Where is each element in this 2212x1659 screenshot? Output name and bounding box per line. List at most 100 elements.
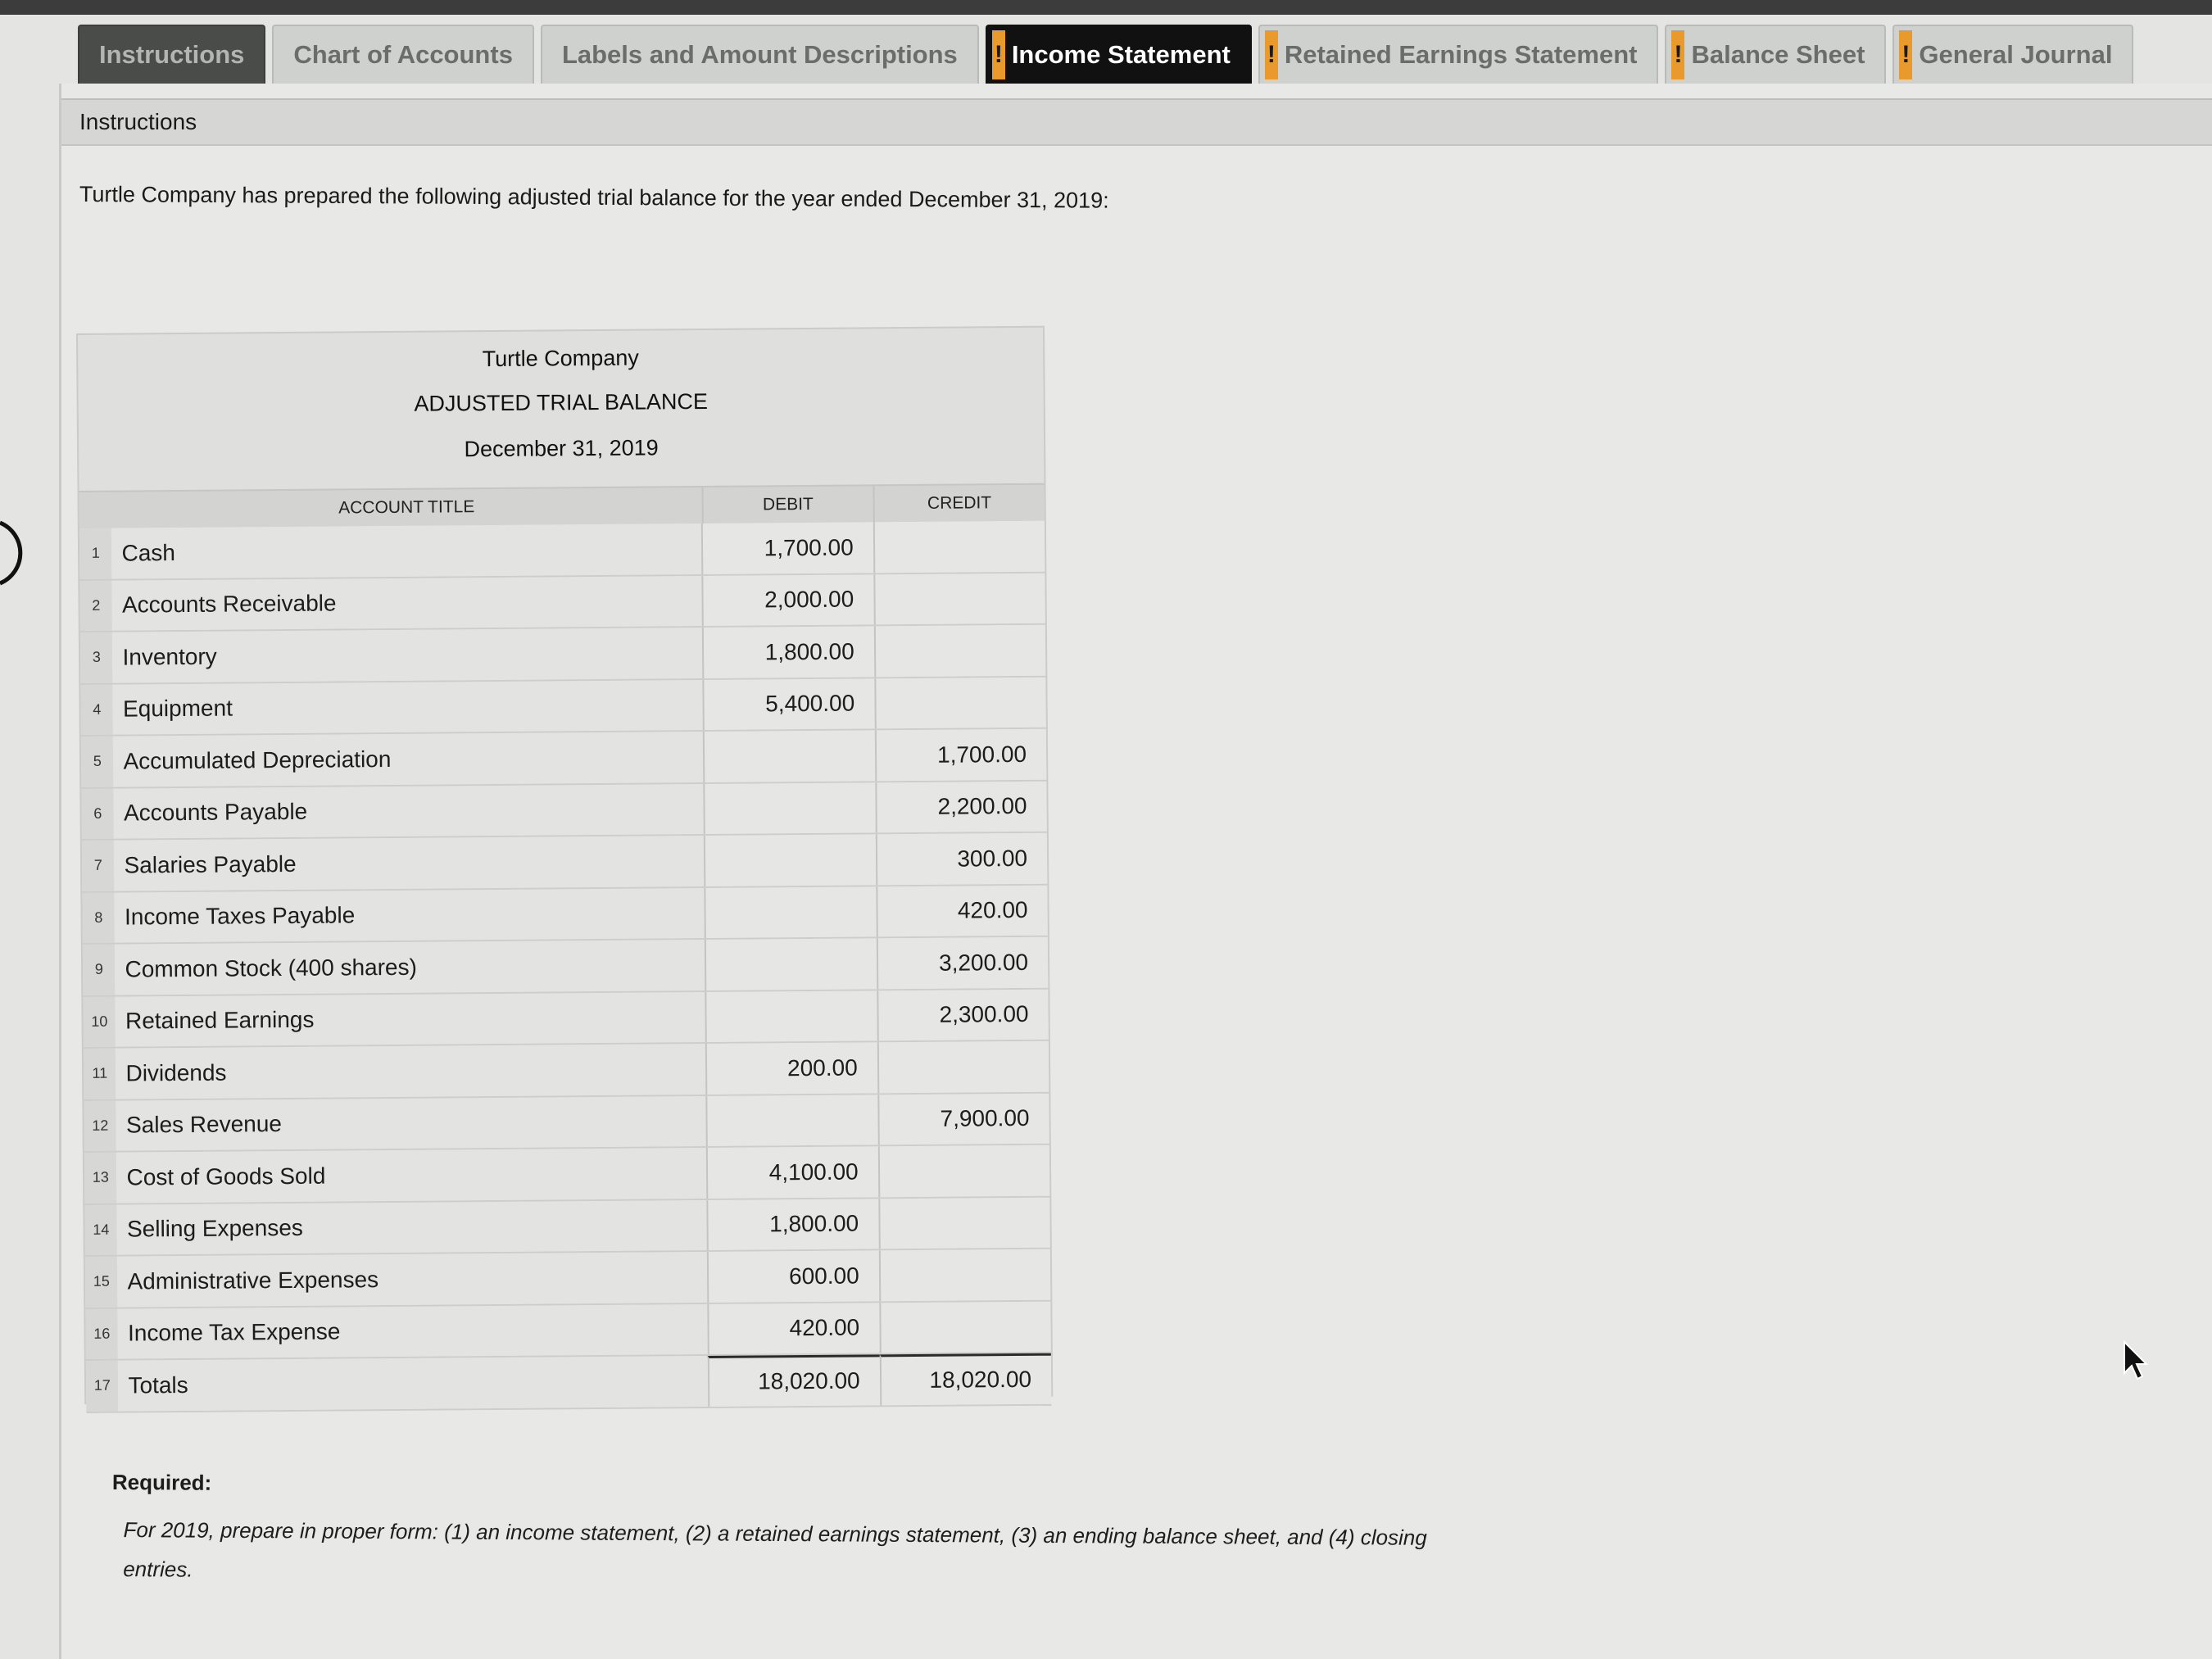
account-title-cell: Accumulated Depreciation [113,732,704,787]
debit-cell: 200.00 [705,1042,877,1095]
table-row: 4 Equipment 5,400.00 [80,677,1046,737]
tab-income-statement[interactable]: ! Income Statement [985,25,1252,84]
tab-label: Retained Earnings Statement [1284,40,1638,69]
table-row: 11 Dividends 200.00 [83,1040,1049,1101]
account-title-header: ACCOUNT TITLE [338,497,475,518]
debit-cell: 2,000.00 [701,573,874,627]
debit-header: DEBIT [701,486,873,524]
tab-balance-sheet[interactable]: ! Balance Sheet [1665,25,1887,84]
row-number: 13 [84,1152,117,1203]
table-row: 17 Totals 18,020.00 18,020.00 [85,1353,1052,1413]
account-title-cell: Income Tax Expense [117,1303,709,1359]
table-row: 16 Income Tax Expense 420.00 [85,1301,1051,1361]
account-title-cell: Inventory [112,628,703,683]
credit-cell [877,1040,1049,1093]
credit-cell [877,1145,1050,1197]
screen-edge-arc [0,520,23,586]
table-row: 12 Sales Revenue 7,900.00 [84,1093,1049,1153]
account-title-cell: Administrative Expenses [117,1251,708,1308]
tab-labels-and-amount-descriptions[interactable]: Labels and Amount Descriptions [540,25,979,84]
credit-header: CREDIT [873,484,1045,523]
section-title: Instructions [79,109,197,134]
debit-cell [703,782,876,835]
intro-text: Turtle Company has prepared the followin… [79,182,1109,213]
warning-flag-icon: ! [1671,30,1685,79]
row-number: 5 [80,736,114,787]
debit-cell [705,938,877,990]
table-row: 5 Accumulated Depreciation 1,700.00 [80,728,1047,789]
account-title-cell: Cash [111,524,702,579]
credit-cell: 2,300.00 [876,989,1049,1041]
account-title-cell: Accounts Receivable [111,575,703,631]
row-number: 17 [85,1360,119,1412]
row-number: 2 [79,580,113,631]
tab-bar: Instructions Chart of Accounts Labels and … [78,25,2134,84]
credit-cell: 300.00 [875,832,1048,885]
credit-cell [873,624,1046,677]
credit-cell [873,520,1045,573]
tab-retained-earnings-statement[interactable]: ! Retained Earnings Statement [1258,25,1659,84]
debit-cell [705,990,877,1042]
debit-cell [704,834,876,886]
debit-cell: 4,100.00 [706,1146,878,1199]
account-title-cell: Cost of Goods Sold [116,1147,707,1203]
warning-flag-icon: ! [1899,30,1913,79]
required-section: Required: For 2019, prepare in proper fo… [111,1470,1505,1597]
tab-label: Chart of Accounts [293,40,513,69]
company-name: Turtle Company [482,345,639,372]
debit-cell: 5,400.00 [702,678,875,731]
row-number: 12 [84,1100,117,1151]
row-number: 7 [81,840,115,891]
tab-general-journal[interactable]: ! General Journal [1892,25,2134,84]
row-number: 1 [79,528,112,579]
tab-label: Balance Sheet [1691,40,1865,69]
tab-instructions[interactable]: Instructions [78,25,266,84]
debit-cell: 600.00 [707,1250,879,1303]
account-title-cell: Selling Expenses [116,1199,708,1255]
row-number: 3 [79,632,113,683]
table-row: 8 Income Taxes Payable 420.00 [82,885,1048,945]
row-number: 16 [85,1308,119,1359]
table-row: 14 Selling Expenses 1,800.00 [84,1197,1050,1257]
debit-cell: 1,700.00 [701,522,873,574]
credit-cell: 1,700.00 [874,728,1047,781]
statement-title: ADJUSTED TRIAL BALANCE [414,388,709,416]
account-title-cell: Common Stock (400 shares) [115,939,705,995]
account-title-cell: Income Taxes Payable [114,887,705,943]
row-number: 6 [81,788,115,839]
required-text: For 2019, prepare in proper form: (1) an… [123,1517,1427,1582]
debit-cell [703,730,875,782]
statement-date: December 31, 2019 [464,435,659,462]
debit-cell: 1,800.00 [706,1198,879,1250]
window-top-bar [0,0,2212,15]
tab-label: Instructions [99,40,245,69]
tab-label: Labels and Amount Descriptions [561,40,958,69]
table-row: 13 Cost of Goods Sold 4,100.00 [84,1145,1050,1205]
mouse-pointer-icon [2124,1340,2149,1380]
trial-balance-heading: Turtle Company ADJUSTED TRIAL BALANCE De… [78,328,1044,487]
credit-cell: 420.00 [875,885,1048,937]
tab-chart-of-accounts[interactable]: Chart of Accounts [272,25,534,84]
account-title-cell: Dividends [116,1043,706,1099]
credit-cell: 18,020.00 [879,1353,1052,1405]
row-number: 14 [84,1204,118,1255]
tab-label: Income Statement [1011,40,1231,69]
row-number: 9 [82,944,116,995]
account-title-cell: Retained Earnings [115,991,706,1047]
account-title-cell: Sales Revenue [116,1095,707,1151]
account-title-cell: Accounts Payable [113,783,705,839]
row-number: 10 [83,996,116,1047]
warning-flag-icon: ! [1264,30,1278,79]
table-row: 3 Inventory 1,800.00 [79,624,1046,685]
account-title-cell: Salaries Payable [114,836,705,891]
table-body: 1 Cash 1,700.00 2 Accounts Receivable 2,000.0… [79,520,1052,1413]
credit-cell [878,1249,1051,1301]
table-row: 7 Salaries Payable 300.00 [81,832,1048,893]
row-number: 11 [83,1048,116,1099]
required-label: Required: [111,1470,212,1495]
credit-cell [877,1197,1050,1249]
credit-cell: 2,200.00 [874,781,1047,833]
credit-cell: 3,200.00 [876,936,1049,989]
credit-cell [878,1301,1051,1353]
adjusted-trial-balance: Turtle Company ADJUSTED TRIAL BALANCE De… [76,325,1054,1413]
